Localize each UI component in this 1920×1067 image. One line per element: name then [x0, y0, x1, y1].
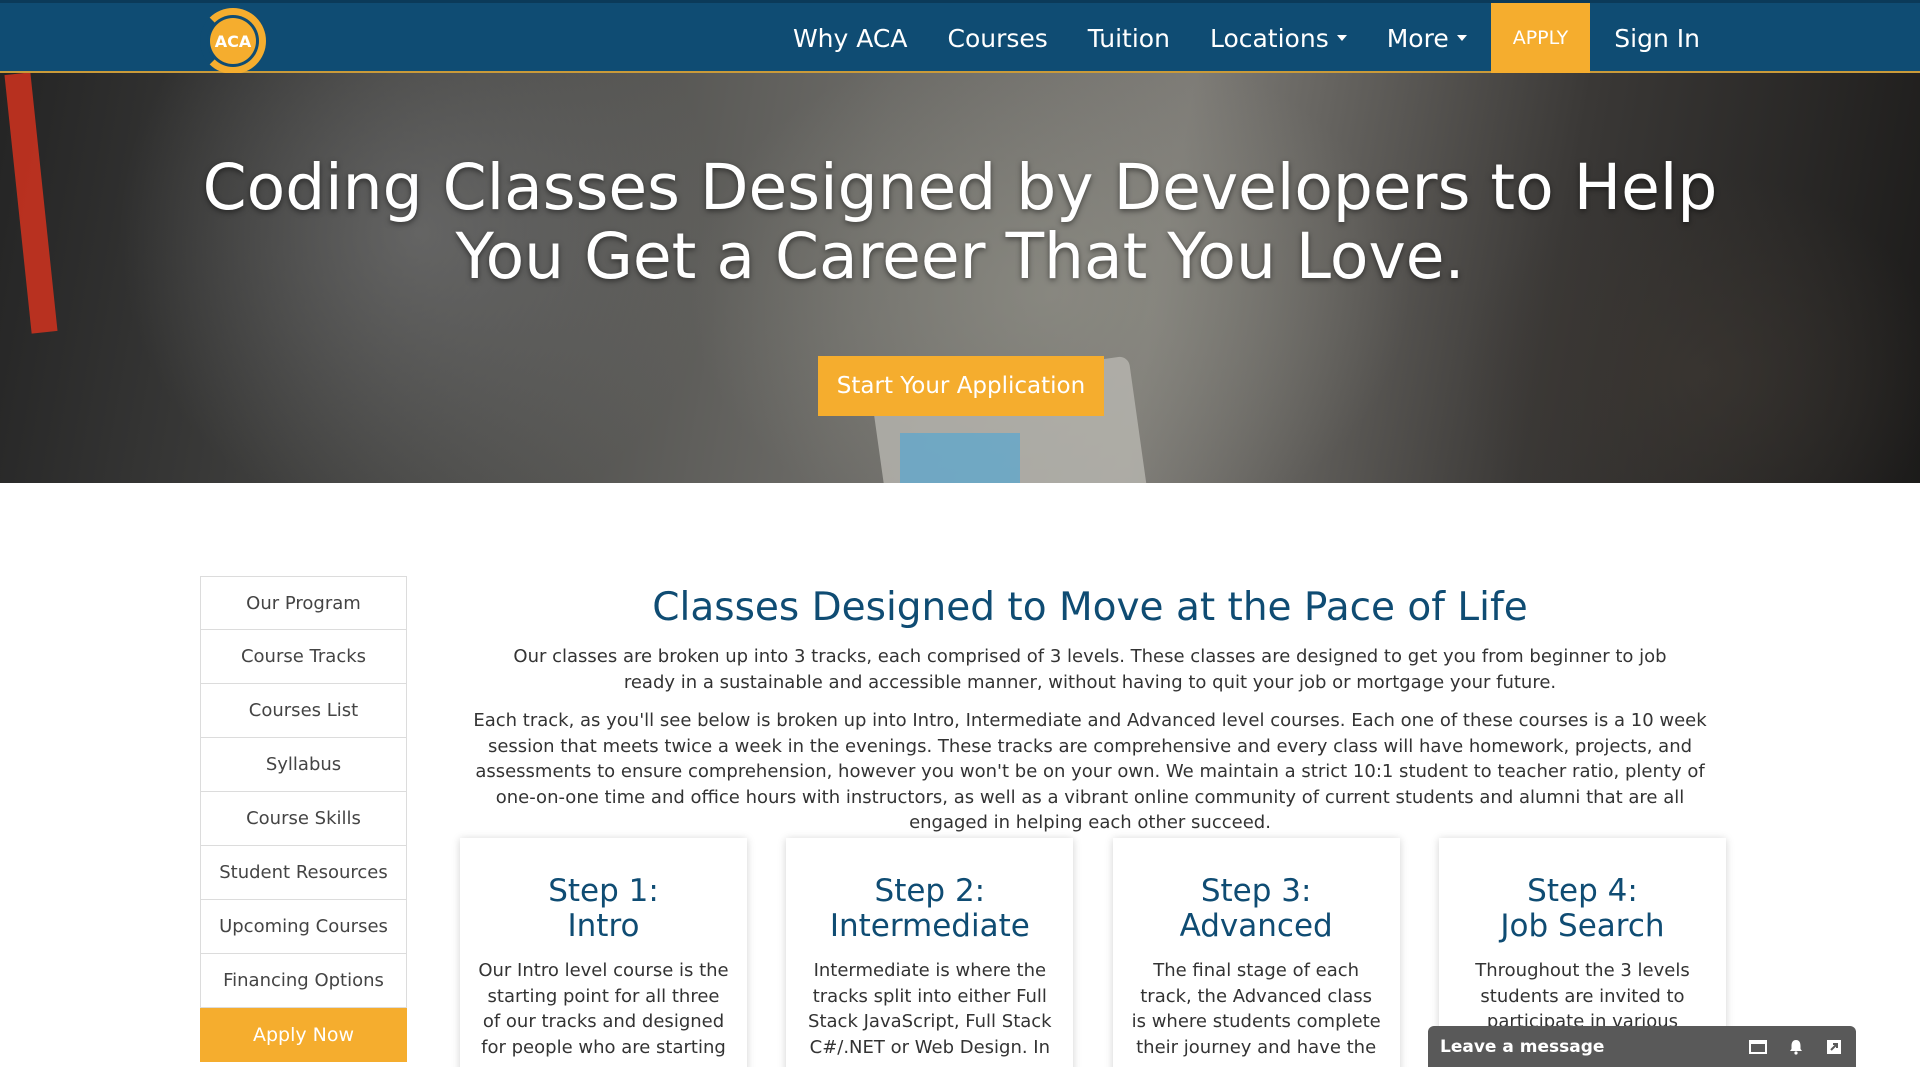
top-navbar: ACA Why ACA Courses Tuition Locations Mo…: [0, 0, 1920, 74]
nav-tuition[interactable]: Tuition: [1068, 3, 1190, 73]
sidebar-item-label: Our Program: [246, 592, 361, 614]
nav-why-aca-label: Why ACA: [792, 23, 908, 53]
hero-banner: Coding Classes Designed by Developers to…: [0, 73, 1920, 483]
card-step-name: Intro: [567, 908, 640, 944]
sidebar-item-label: Upcoming Courses: [219, 916, 388, 937]
card-step-number: Step 1:: [548, 873, 659, 909]
nav-locations-dropdown[interactable]: Locations: [1190, 3, 1367, 73]
nav-locations-label: Locations: [1209, 23, 1329, 53]
logo-text: ACA: [210, 18, 256, 64]
nav-menu: Why ACA Courses Tuition Locations More A…: [773, 3, 1720, 73]
nav-apply-label: APPLY: [1512, 27, 1569, 49]
aca-logo[interactable]: ACA: [200, 8, 266, 74]
hero-background-image: [4, 73, 58, 334]
card-step-name: Advanced: [1179, 908, 1333, 944]
chat-label: Leave a message: [1440, 1036, 1605, 1057]
window-icon[interactable]: [1748, 1039, 1768, 1055]
tracks-paragraph: Each track, as you'll see below is broke…: [473, 710, 1707, 833]
nav-more-dropdown[interactable]: More: [1367, 3, 1487, 73]
card-description: The final stage of each track, the Advan…: [1131, 960, 1381, 1058]
sidebar-item-label: Course Skills: [246, 808, 361, 829]
bell-icon[interactable]: [1786, 1039, 1806, 1055]
sidebar-item-course-tracks[interactable]: Course Tracks: [200, 630, 407, 684]
sidebar-nav: Our Program Course Tracks Courses List S…: [200, 576, 407, 1062]
hero-title: Coding Classes Designed by Developers to…: [202, 151, 1718, 293]
nav-tuition-label: Tuition: [1087, 23, 1170, 53]
sidebar-item-label: Student Resources: [219, 862, 388, 883]
card-step-number: Step 2:: [874, 873, 986, 909]
card-description: Intermediate is where the tracks split i…: [808, 960, 1052, 1058]
popout-icon[interactable]: [1824, 1039, 1844, 1055]
leave-message-chat-widget[interactable]: Leave a message: [1428, 1026, 1856, 1067]
nav-sign-in[interactable]: Sign In: [1594, 3, 1720, 73]
section-title: Classes Designed to Move at the Pace of …: [652, 585, 1528, 630]
step-card-advanced: Step 3: Advanced The final stage of each…: [1112, 838, 1400, 1067]
sidebar-item-syllabus[interactable]: Syllabus: [200, 738, 407, 792]
nav-apply-button[interactable]: APPLY: [1490, 3, 1591, 73]
sidebar-item-courses-list[interactable]: Courses List: [200, 684, 407, 738]
sidebar-item-student-resources[interactable]: Student Resources: [200, 846, 407, 900]
intro-paragraph: Our classes are broken up into 3 tracks,…: [513, 646, 1667, 693]
nav-why-aca[interactable]: Why ACA: [773, 3, 928, 73]
card-description: Our Intro level course is the starting p…: [478, 960, 729, 1058]
sidebar-apply-label: Apply Now: [252, 1024, 355, 1046]
chevron-down-icon: [1456, 35, 1467, 41]
step-card-intermediate: Step 2: Intermediate Intermediate is whe…: [786, 838, 1074, 1067]
nav-more-label: More: [1386, 23, 1449, 53]
sidebar-item-label: Course Tracks: [240, 646, 367, 667]
sidebar-item-label: Financing Options: [223, 970, 384, 991]
step-card-intro: Step 1: Intro Our Intro level course is …: [460, 838, 747, 1067]
start-application-button[interactable]: Start Your Application: [818, 356, 1104, 416]
sidebar-item-financing-options[interactable]: Financing Options: [200, 954, 407, 1008]
main-content: Classes Designed to Move at the Pace of …: [460, 585, 1720, 849]
card-step-name: Job Search: [1500, 908, 1665, 944]
sidebar-item-label: Courses List: [248, 700, 359, 721]
nav-sign-in-label: Sign In: [1614, 23, 1700, 53]
sidebar-item-our-program[interactable]: Our Program: [200, 576, 407, 630]
card-step-name: Intermediate: [829, 908, 1030, 944]
nav-courses[interactable]: Courses: [927, 3, 1067, 73]
sidebar-item-upcoming-courses[interactable]: Upcoming Courses: [200, 900, 407, 954]
hero-background-screen: [900, 433, 1020, 483]
sidebar-item-course-skills[interactable]: Course Skills: [200, 792, 407, 846]
card-step-number: Step 3:: [1200, 873, 1312, 909]
card-step-number: Step 4:: [1527, 873, 1638, 909]
chevron-down-icon: [1336, 35, 1347, 41]
nav-courses-label: Courses: [947, 23, 1048, 53]
sidebar-apply-now-button[interactable]: Apply Now: [200, 1008, 407, 1062]
sidebar-item-label: Syllabus: [265, 754, 342, 775]
